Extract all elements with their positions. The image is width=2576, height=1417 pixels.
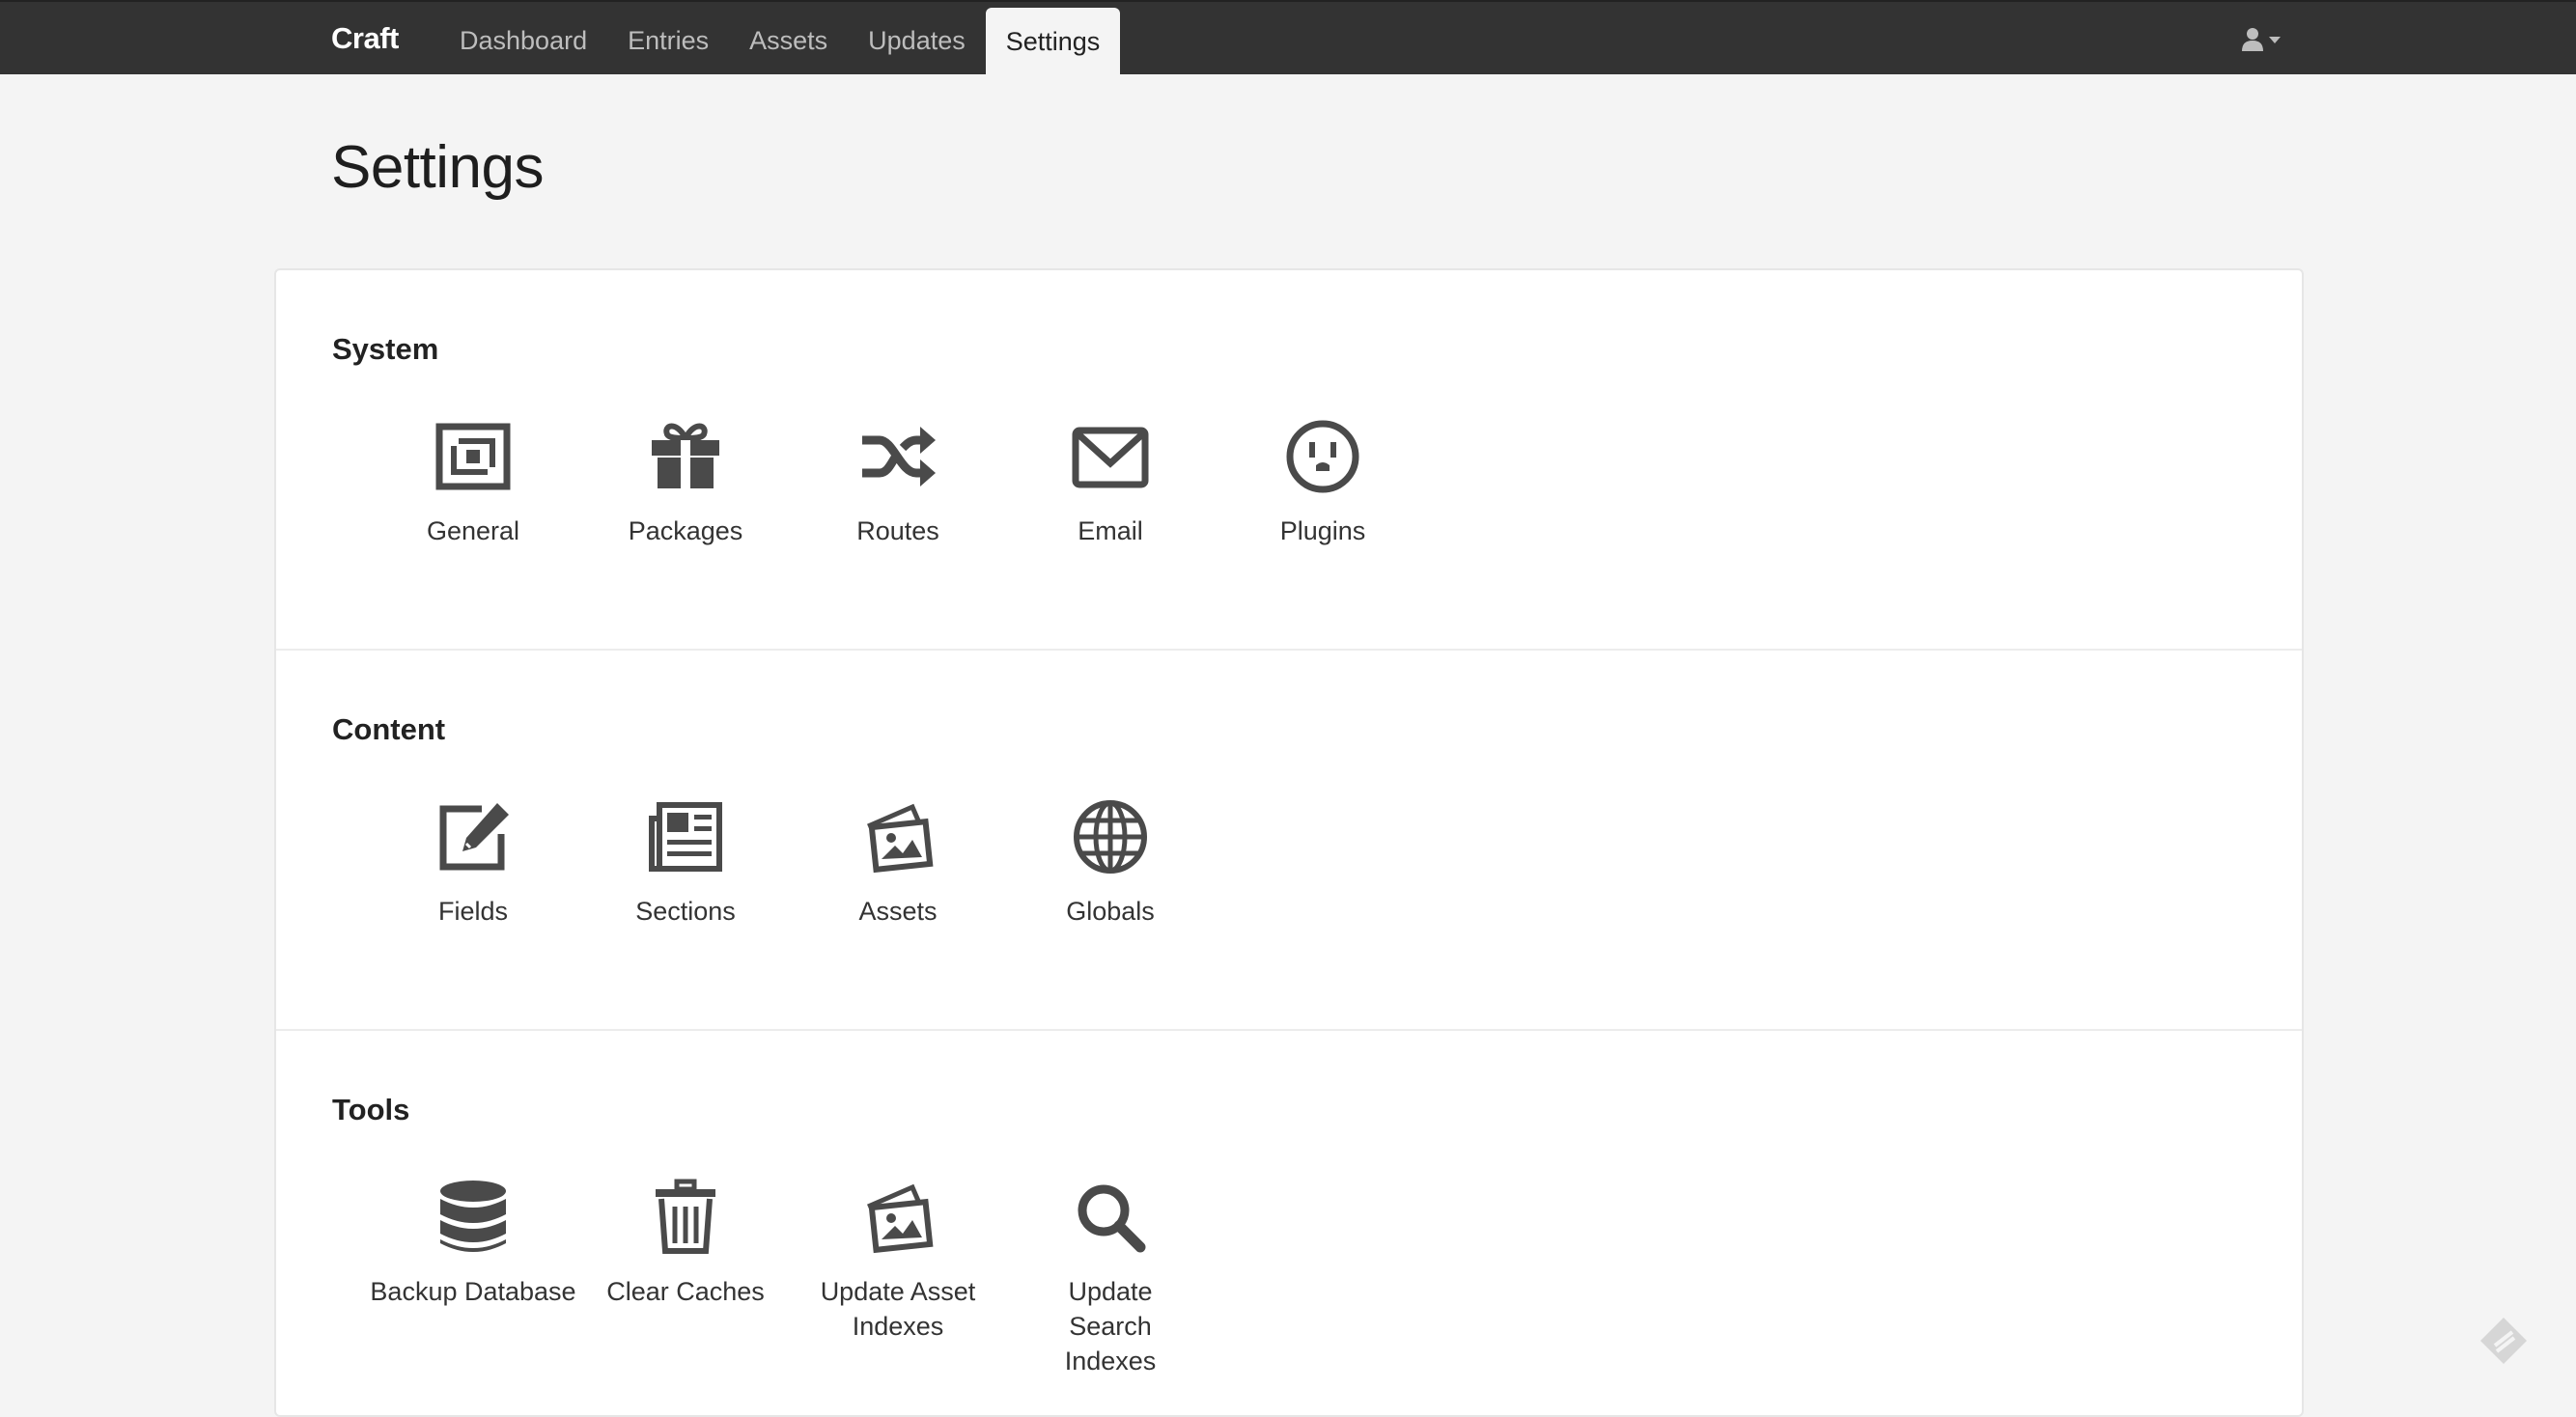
settings-item-label: General — [426, 516, 520, 545]
search-icon — [1078, 1184, 1146, 1253]
section-title-tools: Tools — [332, 1093, 410, 1126]
nav-item-updates[interactable]: Updates — [848, 2, 986, 76]
tool-item-update-asset-indexes[interactable]: Update Asset Indexes — [792, 1178, 1004, 1344]
database-icon — [440, 1181, 506, 1252]
caret-down-icon — [2269, 37, 2281, 43]
diamond-logo-icon — [2480, 1318, 2527, 1364]
section-title-system: System — [332, 332, 439, 366]
tool-item-clear-caches[interactable]: Clear Caches — [579, 1178, 792, 1309]
top-nav-bar: Craft Dashboard Entries Assets Updates S… — [0, 0, 2576, 76]
settings-item-plugins[interactable]: Plugins — [1217, 417, 1429, 548]
photos-icon — [867, 1183, 934, 1254]
corner-logo — [2478, 1315, 2530, 1367]
envelope-icon — [1072, 427, 1149, 488]
settings-item-label: Sections — [635, 897, 736, 926]
settings-item-label: Assets — [858, 897, 938, 926]
trash-icon — [656, 1179, 715, 1254]
tool-item-label: Clear Caches — [606, 1277, 765, 1306]
outlet-icon — [1286, 420, 1359, 493]
general-icon — [435, 423, 511, 490]
tool-item-backup-database[interactable]: Backup Database — [367, 1178, 579, 1309]
tool-item-update-search-indexes[interactable]: Update Search Indexes — [1004, 1178, 1217, 1378]
user-menu-button[interactable] — [2242, 27, 2286, 52]
settings-item-fields[interactable]: Fields — [367, 797, 579, 929]
nav-item-entries[interactable]: Entries — [607, 2, 729, 76]
settings-item-globals[interactable]: Globals — [1004, 797, 1217, 929]
section-title-content: Content — [332, 712, 446, 746]
globe-icon — [1074, 800, 1147, 874]
tool-item-label: Backup Database — [370, 1277, 576, 1306]
shuffle-icon — [862, 427, 936, 486]
settings-item-label: Routes — [856, 516, 939, 545]
brand-logo[interactable]: Craft — [331, 21, 399, 56]
settings-item-email[interactable]: Email — [1004, 417, 1217, 548]
settings-item-sections[interactable]: Sections — [579, 797, 792, 929]
newspaper-icon — [649, 802, 722, 872]
nav-item-assets[interactable]: Assets — [729, 2, 848, 76]
photos-icon — [867, 803, 934, 874]
settings-item-label: Plugins — [1279, 516, 1366, 545]
settings-item-label: Packages — [628, 516, 743, 545]
settings-item-label: Fields — [437, 897, 509, 926]
nav-item-settings[interactable]: Settings — [985, 8, 1121, 76]
user-icon — [2242, 28, 2281, 51]
tool-item-label: Update Search Indexes — [1064, 1277, 1157, 1375]
settings-item-general[interactable]: General — [367, 417, 579, 548]
gift-icon — [652, 423, 719, 488]
section-divider — [276, 649, 2302, 651]
edit-icon — [439, 803, 509, 871]
settings-item-packages[interactable]: Packages — [579, 417, 792, 548]
settings-panel: System General Packages Routes Email Plu… — [274, 268, 2304, 1417]
section-divider — [276, 1029, 2302, 1031]
tool-item-label: Update Asset Indexes — [820, 1277, 976, 1341]
main-nav: Dashboard Entries Assets Updates Setting… — [439, 2, 1121, 76]
page-title: Settings — [331, 134, 545, 201]
settings-item-label: Email — [1078, 516, 1143, 545]
nav-item-dashboard[interactable]: Dashboard — [439, 2, 607, 76]
settings-item-label: Globals — [1066, 897, 1155, 926]
settings-item-assets[interactable]: Assets — [792, 797, 1004, 929]
settings-item-routes[interactable]: Routes — [792, 417, 1004, 548]
